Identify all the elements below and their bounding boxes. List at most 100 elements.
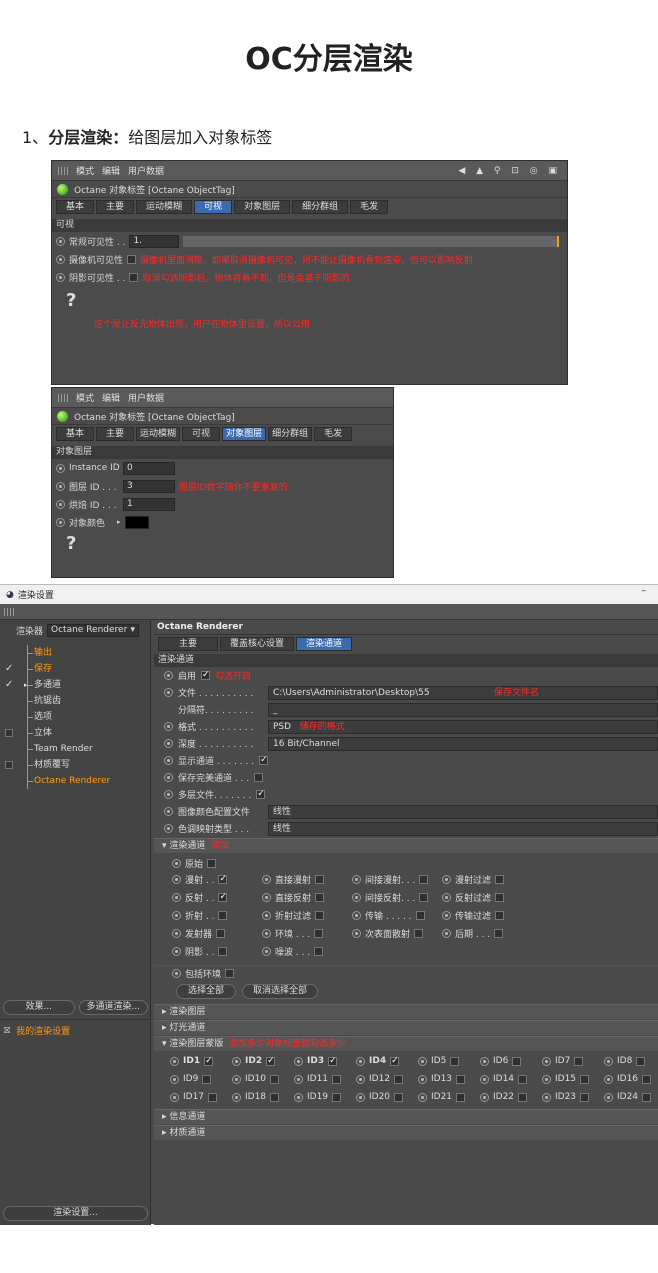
tonemap-select[interactable]: 线性	[268, 821, 658, 836]
anim-radio[interactable]	[232, 1092, 241, 1102]
anim-radio[interactable]	[442, 928, 451, 938]
layer-id-item[interactable]: ID22	[480, 1089, 542, 1105]
tab-render-passes[interactable]: 渲染通道	[296, 637, 353, 651]
layer-id-input[interactable]: 3	[123, 479, 175, 493]
checkmark-icon[interactable]: ✓	[5, 677, 13, 693]
general-visibility-input[interactable]: 1.	[129, 234, 180, 248]
anim-radio[interactable]	[356, 1092, 365, 1102]
anim-radio[interactable]	[164, 756, 173, 765]
pass-checkbox[interactable]	[218, 946, 228, 956]
layer-id-checkbox[interactable]	[642, 1074, 652, 1084]
anim-radio[interactable]	[418, 1056, 427, 1066]
layer-id-checkbox[interactable]	[208, 1092, 218, 1102]
anim-radio[interactable]	[232, 1074, 241, 1084]
layer-id-checkbox[interactable]	[518, 1074, 528, 1084]
help-icon[interactable]: ?	[56, 533, 76, 554]
layer-id-item[interactable]: ID1 ✓	[170, 1053, 232, 1069]
layer-id-item[interactable]: ID3 ✓	[294, 1053, 356, 1069]
checkbox[interactable]	[5, 729, 13, 737]
layer-id-checkbox[interactable]	[456, 1074, 466, 1084]
anim-radio[interactable]	[172, 928, 181, 938]
pass-item[interactable]: 直接反射	[262, 889, 352, 905]
nav-icons[interactable]: ◀ ▲ ⚲ ⊡ ◎ ▣	[458, 166, 561, 176]
layer-id-item[interactable]: ID7	[542, 1053, 604, 1069]
layer-id-item[interactable]: ID11	[294, 1071, 356, 1087]
tab-visibility[interactable]: 可视	[194, 200, 233, 214]
shadow-visibility-checkbox[interactable]	[129, 272, 139, 282]
layer-id-checkbox[interactable]: ✓	[204, 1056, 214, 1066]
option-checkbox[interactable]	[254, 773, 264, 782]
layer-id-checkbox[interactable]	[580, 1092, 590, 1102]
pass-item[interactable]: 折射过滤	[262, 907, 352, 923]
pass-checkbox[interactable]	[495, 892, 505, 902]
checkmark-icon[interactable]: ✓	[5, 661, 13, 677]
pass-item[interactable]: 传输过滤	[442, 907, 532, 923]
layer-id-item[interactable]: ID6	[480, 1053, 542, 1069]
group-render-layer[interactable]: ▸ 渲染图层	[154, 1004, 658, 1019]
layer-id-checkbox[interactable]	[394, 1092, 404, 1102]
tab-visibility[interactable]: 可视	[182, 427, 221, 441]
layer-id-item[interactable]: ID19	[294, 1089, 356, 1105]
menu-edit[interactable]: 编辑	[102, 164, 120, 177]
include-env-row[interactable]: 包括环境	[154, 965, 658, 981]
sidebar-item-5[interactable]: 立体	[0, 725, 150, 741]
pass-checkbox[interactable]	[415, 910, 425, 920]
anim-radio[interactable]	[56, 236, 65, 246]
option-checkbox[interactable]: ✓	[259, 756, 269, 765]
option-checkbox[interactable]: ✓	[256, 790, 266, 799]
group-material-passes[interactable]: ▸ 材质通道	[154, 1125, 658, 1140]
pass-item[interactable]: 反射过滤	[442, 889, 532, 905]
my-settings-item[interactable]: ⛝ 我的渲染设置	[4, 1024, 147, 1038]
file-path-input[interactable]: C:\Users\Administrator\Desktop\55 保存文件名	[268, 685, 658, 700]
layer-id-item[interactable]: ID2 ✓	[232, 1053, 294, 1069]
anim-radio[interactable]	[418, 1074, 427, 1084]
format-select[interactable]: PSD 储存的格式	[268, 719, 658, 734]
layer-id-checkbox[interactable]: ✓	[328, 1056, 338, 1066]
bake-id-input[interactable]: 1	[123, 497, 175, 511]
anim-radio[interactable]	[442, 892, 451, 902]
pass-checkbox[interactable]	[216, 928, 226, 938]
anim-radio[interactable]	[164, 773, 173, 782]
include-env-checkbox[interactable]	[225, 969, 235, 978]
tab-hair[interactable]: 毛发	[350, 200, 389, 214]
anim-radio[interactable]	[164, 671, 173, 680]
anim-radio[interactable]	[542, 1056, 551, 1066]
pass-item[interactable]: 直接漫射	[262, 871, 352, 887]
layer-id-item[interactable]: ID17	[170, 1089, 232, 1105]
tab-hair[interactable]: 毛发	[314, 427, 353, 441]
anim-radio[interactable]	[356, 1074, 365, 1084]
layer-id-item[interactable]: ID24	[604, 1089, 658, 1105]
layer-id-checkbox[interactable]	[642, 1092, 652, 1102]
layer-id-item[interactable]: ID10	[232, 1071, 294, 1087]
anim-radio[interactable]	[480, 1092, 489, 1102]
pass-checkbox[interactable]	[419, 892, 429, 902]
anim-radio[interactable]	[164, 824, 173, 833]
anim-radio[interactable]	[164, 688, 173, 697]
anim-radio[interactable]	[172, 874, 181, 884]
select-all-button[interactable]: 选择全部	[176, 984, 236, 999]
pass-checkbox[interactable]	[315, 892, 325, 902]
layer-id-item[interactable]: ID4 ✓	[356, 1053, 418, 1069]
anim-radio[interactable]	[170, 1056, 179, 1066]
anim-radio[interactable]	[164, 790, 173, 799]
group-layer-mask[interactable]: ▾ 渲染图层蒙版 添加多少对象标签就勾选多少	[154, 1036, 658, 1051]
menu-mode[interactable]: 模式	[76, 164, 94, 177]
layer-id-item[interactable]: ID21	[418, 1089, 480, 1105]
sidebar-item-8[interactable]: Octane Renderer	[0, 773, 150, 789]
pass-checkbox[interactable]	[315, 874, 325, 884]
layer-id-checkbox[interactable]	[394, 1074, 404, 1084]
sidebar-item-3[interactable]: 抗锯齿	[0, 693, 150, 709]
layer-id-item[interactable]: ID5	[418, 1053, 480, 1069]
anim-radio[interactable]	[480, 1056, 489, 1066]
layer-id-item[interactable]: ID16	[604, 1071, 658, 1087]
tab-main[interactable]: 主要	[96, 427, 135, 441]
tab-object-layer[interactable]: 对象图层	[234, 200, 291, 214]
anim-radio[interactable]	[604, 1092, 613, 1102]
tab-main[interactable]: 主要	[96, 200, 135, 214]
anim-radio[interactable]	[170, 1092, 179, 1102]
pass-checkbox[interactable]	[419, 874, 429, 884]
layer-id-checkbox[interactable]	[332, 1074, 342, 1084]
anim-radio[interactable]	[294, 1056, 303, 1066]
tab-override-core[interactable]: 覆盖核心设置	[220, 637, 295, 651]
anim-radio[interactable]	[262, 910, 271, 920]
